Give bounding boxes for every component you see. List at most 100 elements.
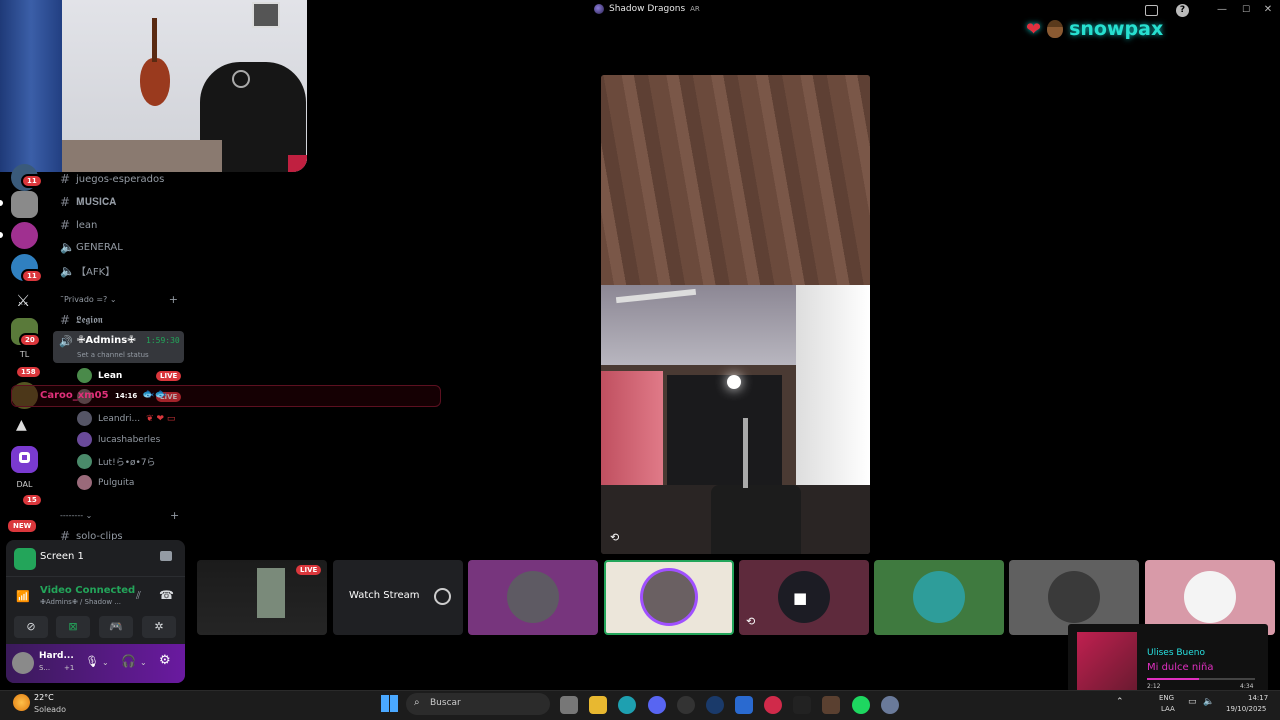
server-badge: 20: [19, 333, 41, 347]
watch-stream-tile[interactable]: Watch Stream: [333, 560, 463, 635]
app-icon[interactable]: [735, 696, 753, 714]
disconnect-icon[interactable]: ☎: [159, 588, 174, 602]
server-icon[interactable]: ⚔: [11, 288, 38, 315]
stream-thumbnail-figure: [257, 568, 285, 618]
voice-user[interactable]: Pulguita: [77, 475, 134, 490]
wall-strip: [288, 155, 307, 172]
speaker-icon: 🔊: [59, 335, 73, 348]
channel-legion[interactable]: # 𝕷𝖊𝖌𝖎𝖔𝖓: [60, 313, 103, 327]
close-button[interactable]: ✕: [1261, 4, 1275, 16]
avatar: [913, 571, 965, 623]
hash-icon: #: [60, 172, 71, 186]
help-icon[interactable]: ?: [1176, 4, 1189, 17]
minimize-button[interactable]: —: [1215, 4, 1229, 16]
album-art: [1077, 632, 1137, 690]
window-title: Shadow Dragons AR: [594, 4, 700, 14]
chevron-down-icon[interactable]: ⌄: [102, 658, 109, 667]
bed: [62, 140, 222, 172]
inbox-icon[interactable]: [1145, 5, 1158, 16]
live-badge: LIVE: [156, 370, 182, 381]
voice-user[interactable]: Leandri... ❦ ❤ ▭: [77, 411, 175, 426]
weather-temp: 22°C: [34, 693, 54, 702]
channel-status-input[interactable]: Set a channel status: [77, 351, 149, 359]
hash-icon: #: [60, 313, 71, 327]
settings-gear-icon[interactable]: ⚙: [159, 653, 171, 668]
clock-time[interactable]: 14:17: [1248, 694, 1268, 702]
server-icon[interactable]: [11, 222, 38, 249]
channel-juegos-esperados[interactable]: # juegos-esperados: [60, 172, 164, 186]
hash-icon: #: [60, 218, 71, 232]
server-icon[interactable]: [11, 191, 38, 218]
steam-icon[interactable]: [706, 696, 724, 714]
add-channel-icon[interactable]: +: [169, 293, 178, 306]
voice-user[interactable]: Lean LIVE: [77, 368, 182, 383]
share-screen-button[interactable]: ⊠: [56, 616, 90, 638]
lang-primary[interactable]: ENG: [1159, 694, 1174, 702]
voice-user[interactable]: lucashaberles: [77, 432, 160, 447]
spotify-icon[interactable]: [852, 696, 870, 714]
focused-stream-video[interactable]: ⟲: [601, 75, 870, 554]
voice-user[interactable]: Lut!ら•ø•7ら: [77, 454, 156, 469]
lang-secondary[interactable]: LAA: [1161, 705, 1175, 713]
volume-icon[interactable]: 🔈: [1203, 697, 1214, 707]
server-icon[interactable]: ▲: [11, 413, 38, 440]
clock-date[interactable]: 19/10/2025: [1226, 705, 1266, 713]
settings-gear-icon[interactable]: [881, 696, 899, 714]
user-name: Pulguita: [98, 477, 135, 488]
camera-off-button[interactable]: ⊘: [14, 616, 48, 638]
channel-general[interactable]: 🔈 GENERAL: [60, 240, 123, 254]
category-separator[interactable]: -------- ⌄: [60, 511, 92, 520]
server-icon[interactable]: [11, 446, 38, 473]
unread-pip: [0, 232, 3, 238]
microphone-icon[interactable]: 🎙: [85, 655, 99, 668]
eye-icon[interactable]: [434, 588, 451, 605]
triangle-icon: ▲: [16, 417, 27, 433]
search-box[interactable]: ⌕ Buscar: [406, 693, 550, 715]
avatar: [77, 475, 92, 490]
new-badge[interactable]: NEW: [6, 518, 39, 534]
chevron-up-icon[interactable]: ⌃: [1116, 697, 1124, 707]
status-icons: ❦ ❤ ▭: [146, 413, 176, 424]
channel-musica[interactable]: # 𝐌𝐔𝐒𝐈𝐂𝐀: [60, 195, 116, 209]
refresh-stream-icon[interactable]: ⟲: [746, 615, 755, 628]
participant-tile[interactable]: [468, 560, 598, 635]
file-explorer-icon[interactable]: [589, 696, 607, 714]
server-badge: 15: [21, 493, 43, 507]
channel-afk[interactable]: 🔈 【AFK】: [60, 263, 115, 279]
user-extra: +1: [64, 664, 75, 672]
avatar[interactable]: [12, 652, 34, 674]
stream-preview-tile[interactable]: LIVE: [197, 560, 327, 635]
soundboard-button[interactable]: ✲: [142, 616, 176, 638]
progress-track: [1147, 678, 1255, 680]
discord-icon[interactable]: [648, 696, 666, 714]
network-icon[interactable]: ▭: [1188, 697, 1197, 707]
noise-suppression-icon[interactable]: ⫽: [136, 589, 141, 603]
app-icon[interactable]: [822, 696, 840, 714]
participant-tile[interactable]: [874, 560, 1004, 635]
white-shelf: [796, 285, 870, 505]
video-status[interactable]: Video Connected: [40, 585, 135, 596]
speaker-icon: 🔈: [60, 263, 75, 278]
app-icon[interactable]: [764, 696, 782, 714]
category-privado[interactable]: ˜Privado =? ⌄: [60, 295, 117, 304]
speaker-icon: 🔈: [60, 240, 75, 254]
chevron-down-icon[interactable]: ⌄: [140, 658, 147, 667]
maximize-button[interactable]: ☐: [1239, 4, 1253, 16]
stop-screen-icon[interactable]: [160, 551, 172, 561]
user-name: Lean: [98, 370, 123, 381]
windows-start-icon[interactable]: [381, 695, 398, 712]
weather-icon[interactable]: [13, 694, 30, 711]
app-icon[interactable]: [793, 696, 811, 714]
channel-lean[interactable]: # lean: [60, 218, 97, 232]
activity-button[interactable]: 🎮: [99, 616, 133, 638]
participant-tile[interactable]: ■ ⟲: [739, 560, 869, 635]
weather-desc: Soleado: [34, 705, 66, 714]
voice-timer: 1:59:30: [146, 336, 180, 345]
voice-channel-admins[interactable]: 🔊 ✙Admins✙ 1:59:30 Set a channel status: [53, 331, 184, 363]
edge-icon[interactable]: [618, 696, 636, 714]
headphones-icon[interactable]: 🎧: [121, 654, 136, 668]
participant-tile-speaking[interactable]: [604, 560, 734, 635]
app-icon[interactable]: [677, 696, 695, 714]
refresh-stream-icon[interactable]: ⟲: [610, 531, 619, 544]
task-view-icon[interactable]: [560, 696, 578, 714]
